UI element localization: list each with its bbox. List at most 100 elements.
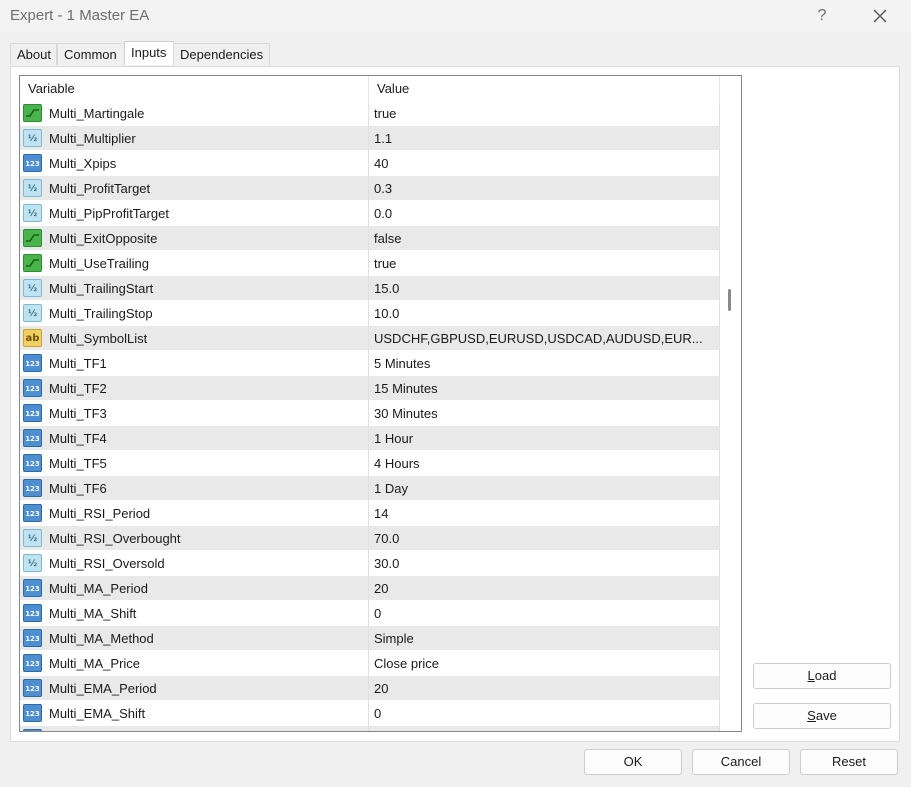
variable-name: Multi_TrailingStart: [49, 281, 154, 296]
table-row[interactable]: 123 Multi_RSI_Period 14: [20, 501, 720, 526]
value-cell[interactable]: 20: [369, 676, 720, 701]
variable-cell[interactable]: 123 Multi_EMA_Shift: [20, 701, 369, 726]
save-button-mnemonic: S: [807, 708, 816, 723]
save-button-label: ave: [815, 708, 837, 723]
table-row[interactable]: 123 Multi_EMA_Period 20: [20, 676, 720, 701]
variable-cell[interactable]: 123 Multi_MA_Shift: [20, 601, 369, 626]
reset-button[interactable]: Reset: [800, 749, 898, 775]
value-cell[interactable]: false: [369, 226, 720, 251]
value-cell[interactable]: Simple: [369, 626, 720, 651]
column-header-variable[interactable]: Variable: [20, 76, 369, 101]
value-cell[interactable]: 0: [369, 701, 720, 726]
value-cell[interactable]: USDCHF,GBPUSD,EURUSD,USDCAD,AUDUSD,EUR..…: [369, 326, 720, 351]
variable-cell[interactable]: 123 Multi_TF6: [20, 476, 369, 501]
variable-cell[interactable]: 123 Multi_RSI_Period: [20, 501, 369, 526]
value-cell[interactable]: true: [369, 251, 720, 276]
variable-cell[interactable]: 123 Multi_MA_Price: [20, 651, 369, 676]
variable-cell[interactable]: ½ Multi_TrailingStart: [20, 276, 369, 301]
variable-cell[interactable]: 123 Multi_TF4: [20, 426, 369, 451]
value-cell[interactable]: 15 Minutes: [369, 376, 720, 401]
variable-cell[interactable]: Multi_UseTrailing: [20, 251, 369, 276]
help-button[interactable]: ?: [808, 4, 836, 28]
variable-cell[interactable]: Multi_ExitOpposite: [20, 226, 369, 251]
column-header-value[interactable]: Value: [369, 76, 720, 101]
variable-cell[interactable]: Multi_Martingale: [20, 101, 369, 126]
variable-cell[interactable]: ½ Multi_PipProfitTarget: [20, 201, 369, 226]
variable-cell[interactable]: 123 Multi_TF5: [20, 451, 369, 476]
variable-cell[interactable]: ½ Multi_ProfitTarget: [20, 176, 369, 201]
value-cell[interactable]: [369, 726, 720, 731]
variable-name: Multi_PipProfitTarget: [49, 206, 169, 221]
table-row[interactable]: 123: [20, 726, 720, 731]
table-row[interactable]: ½ Multi_RSI_Overbought 70.0: [20, 526, 720, 551]
table-row[interactable]: ½ Multi_TrailingStop 10.0: [20, 301, 720, 326]
table-row[interactable]: 123 Multi_TF2 15 Minutes: [20, 376, 720, 401]
cancel-button[interactable]: Cancel: [692, 749, 790, 775]
tab-common[interactable]: Common: [57, 43, 130, 65]
variable-name: Multi_EMA_Shift: [49, 706, 146, 721]
variable-cell[interactable]: ½ Multi_RSI_Overbought: [20, 526, 369, 551]
variable-cell[interactable]: 123 Multi_Xpips: [20, 151, 369, 176]
ok-button[interactable]: OK: [584, 749, 682, 775]
table-row[interactable]: 123 Multi_MA_Price Close price: [20, 651, 720, 676]
tab-inputs[interactable]: Inputs: [124, 41, 174, 65]
value-cell[interactable]: 1 Day: [369, 476, 720, 501]
variable-cell[interactable]: ½ Multi_Multiplier: [20, 126, 369, 151]
variable-cell[interactable]: 123 Multi_TF2: [20, 376, 369, 401]
close-button[interactable]: [863, 2, 897, 30]
value-cell[interactable]: 10.0: [369, 301, 720, 326]
tab-about[interactable]: About: [10, 43, 57, 65]
value-cell[interactable]: 70.0: [369, 526, 720, 551]
table-row[interactable]: Multi_ExitOpposite false: [20, 226, 720, 251]
variable-cell[interactable]: 123 Multi_TF3: [20, 401, 369, 426]
value-cell[interactable]: true: [369, 101, 720, 126]
table-row[interactable]: ½ Multi_ProfitTarget 0.3: [20, 176, 720, 201]
variable-cell[interactable]: 123 Multi_MA_Period: [20, 576, 369, 601]
table-row[interactable]: ab Multi_SymbolList USDCHF,GBPUSD,EURUSD,U…: [20, 326, 720, 351]
value-cell[interactable]: 40: [369, 151, 720, 176]
table-row[interactable]: 123 Multi_TF1 5 Minutes: [20, 351, 720, 376]
integer-type-icon: 123: [23, 429, 42, 447]
value-cell[interactable]: 4 Hours: [369, 451, 720, 476]
table-row[interactable]: 123 Multi_TF4 1 Hour: [20, 426, 720, 451]
value-cell[interactable]: 0.0: [369, 201, 720, 226]
table-row[interactable]: Multi_Martingale true: [20, 101, 720, 126]
grid-scrollbar[interactable]: [724, 76, 736, 730]
value-cell[interactable]: Close price: [369, 651, 720, 676]
value-cell[interactable]: 30 Minutes: [369, 401, 720, 426]
table-row[interactable]: ½ Multi_Multiplier 1.1: [20, 126, 720, 151]
load-button[interactable]: Load: [753, 663, 891, 689]
variable-cell[interactable]: ab Multi_SymbolList: [20, 326, 369, 351]
variable-cell[interactable]: 123 Multi_MA_Method: [20, 626, 369, 651]
table-row[interactable]: 123 Multi_Xpips 40: [20, 151, 720, 176]
variable-cell[interactable]: 123 Multi_TF1: [20, 351, 369, 376]
table-row[interactable]: 123 Multi_TF6 1 Day: [20, 476, 720, 501]
value-cell[interactable]: 14: [369, 501, 720, 526]
value-cell[interactable]: 0.3: [369, 176, 720, 201]
table-row[interactable]: 123 Multi_TF5 4 Hours: [20, 451, 720, 476]
save-button[interactable]: Save: [753, 703, 891, 729]
value-cell[interactable]: 0: [369, 601, 720, 626]
table-row[interactable]: ½ Multi_PipProfitTarget 0.0: [20, 201, 720, 226]
value-cell[interactable]: 20: [369, 576, 720, 601]
variable-cell[interactable]: 123: [20, 726, 369, 731]
value-cell[interactable]: 1.1: [369, 126, 720, 151]
table-row[interactable]: 123 Multi_MA_Shift 0: [20, 601, 720, 626]
scrollbar-thumb[interactable]: [728, 289, 731, 311]
table-row[interactable]: ½ Multi_RSI_Oversold 30.0: [20, 551, 720, 576]
variable-cell[interactable]: ½ Multi_TrailingStop: [20, 301, 369, 326]
value-cell[interactable]: 15.0: [369, 276, 720, 301]
tab-dependencies[interactable]: Dependencies: [173, 43, 270, 65]
table-row[interactable]: ½ Multi_TrailingStart 15.0: [20, 276, 720, 301]
table-row[interactable]: 123 Multi_EMA_Shift 0: [20, 701, 720, 726]
table-row[interactable]: 123 Multi_MA_Method Simple: [20, 626, 720, 651]
variable-cell[interactable]: ½ Multi_RSI_Oversold: [20, 551, 369, 576]
value-cell[interactable]: 5 Minutes: [369, 351, 720, 376]
value-cell[interactable]: 30.0: [369, 551, 720, 576]
value-cell[interactable]: 1 Hour: [369, 426, 720, 451]
inputs-grid: Variable Value Multi_Martingale true ½ Mult…: [19, 75, 742, 732]
table-row[interactable]: 123 Multi_MA_Period 20: [20, 576, 720, 601]
table-row[interactable]: Multi_UseTrailing true: [20, 251, 720, 276]
variable-cell[interactable]: 123 Multi_EMA_Period: [20, 676, 369, 701]
table-row[interactable]: 123 Multi_TF3 30 Minutes: [20, 401, 720, 426]
